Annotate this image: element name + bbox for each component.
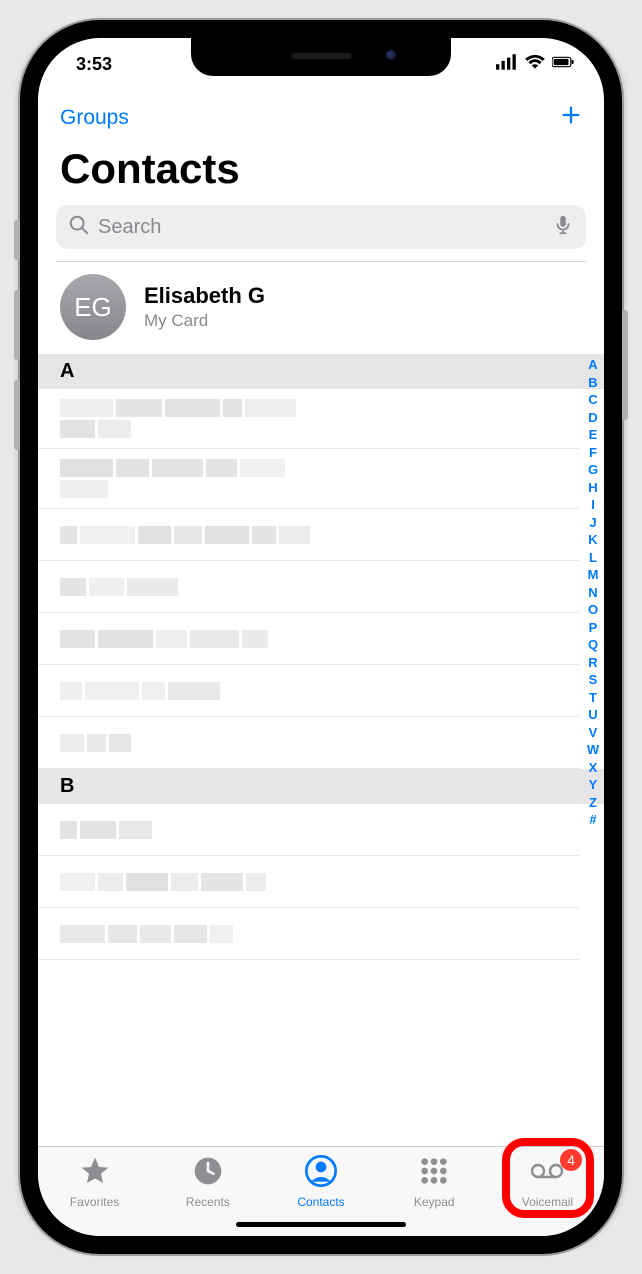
home-indicator[interactable] [236, 1222, 406, 1227]
index-letter[interactable]: A [585, 356, 601, 374]
contact-row[interactable] [38, 509, 579, 561]
search-icon [68, 214, 90, 241]
index-letter[interactable]: W [585, 741, 601, 759]
section-header: B [38, 769, 604, 804]
index-letter[interactable]: H [585, 479, 601, 497]
notch [191, 38, 451, 76]
volume-down [14, 380, 20, 450]
device-frame: 3:53 Groups Contacts [20, 20, 622, 1254]
contact-row[interactable] [38, 613, 579, 665]
wifi-icon [524, 51, 546, 78]
cellular-icon [496, 51, 518, 78]
index-letter[interactable]: B [585, 374, 601, 392]
star-icon [79, 1155, 111, 1192]
voicemail-icon [531, 1155, 563, 1192]
index-letter[interactable]: U [585, 706, 601, 724]
groups-button[interactable]: Groups [60, 106, 129, 130]
index-letter[interactable]: T [585, 689, 601, 707]
clock-icon [192, 1155, 224, 1192]
index-letter[interactable]: X [585, 759, 601, 777]
tab-favorites[interactable]: Favorites [38, 1147, 151, 1236]
index-letter[interactable]: E [585, 426, 601, 444]
index-letter[interactable]: Z [585, 794, 601, 812]
voicemail-badge: 4 [560, 1149, 582, 1171]
index-bar[interactable]: ABCDEFGHIJKLMNOPQRSTUVWXYZ# [585, 354, 601, 829]
tab-label: Voicemail [522, 1195, 573, 1209]
index-letter[interactable]: # [585, 811, 601, 829]
nav-bar: Groups [38, 90, 604, 141]
index-letter[interactable]: I [585, 496, 601, 514]
tab-voicemail[interactable]: Voicemail 4 [491, 1147, 604, 1236]
index-letter[interactable]: S [585, 671, 601, 689]
contacts-list[interactable]: ABABCDEFGHIJKLMNOPQRSTUVWXYZ# [38, 354, 604, 1146]
my-card-sub: My Card [144, 311, 265, 331]
index-letter[interactable]: J [585, 514, 601, 532]
index-letter[interactable]: N [585, 584, 601, 602]
contact-row[interactable] [38, 449, 579, 509]
page-title: Contacts [38, 141, 604, 205]
index-letter[interactable]: Q [585, 636, 601, 654]
section-header: A [38, 354, 604, 389]
silent-switch [14, 220, 20, 260]
contact-row[interactable] [38, 717, 579, 769]
tab-label: Favorites [70, 1195, 119, 1209]
index-letter[interactable]: F [585, 444, 601, 462]
contact-row[interactable] [38, 856, 579, 908]
my-card-name: Elisabeth G [144, 283, 265, 309]
tab-label: Keypad [414, 1195, 455, 1209]
contact-row[interactable] [38, 908, 579, 960]
index-letter[interactable]: M [585, 566, 601, 584]
index-letter[interactable]: P [585, 619, 601, 637]
contact-row[interactable] [38, 665, 579, 717]
contact-row[interactable] [38, 389, 579, 449]
contact-icon [305, 1155, 337, 1192]
search-placeholder: Search [98, 216, 544, 239]
status-time: 3:53 [76, 54, 112, 75]
tab-label: Contacts [297, 1195, 344, 1209]
keypad-icon [418, 1155, 450, 1192]
index-letter[interactable]: K [585, 531, 601, 549]
my-card-row[interactable]: EG Elisabeth G My Card [38, 262, 604, 354]
tab-label: Recents [186, 1195, 230, 1209]
index-letter[interactable]: C [585, 391, 601, 409]
power-button [622, 310, 628, 420]
battery-icon [552, 51, 574, 78]
index-letter[interactable]: Y [585, 776, 601, 794]
avatar: EG [60, 274, 126, 340]
index-letter[interactable]: L [585, 549, 601, 567]
add-contact-button[interactable] [560, 104, 582, 131]
index-letter[interactable]: R [585, 654, 601, 672]
contact-row[interactable] [38, 804, 579, 856]
index-letter[interactable]: G [585, 461, 601, 479]
index-letter[interactable]: V [585, 724, 601, 742]
volume-up [14, 290, 20, 360]
index-letter[interactable]: D [585, 409, 601, 427]
dictation-icon[interactable] [552, 214, 574, 241]
contact-row[interactable] [38, 561, 579, 613]
search-input[interactable]: Search [56, 205, 586, 249]
index-letter[interactable]: O [585, 601, 601, 619]
